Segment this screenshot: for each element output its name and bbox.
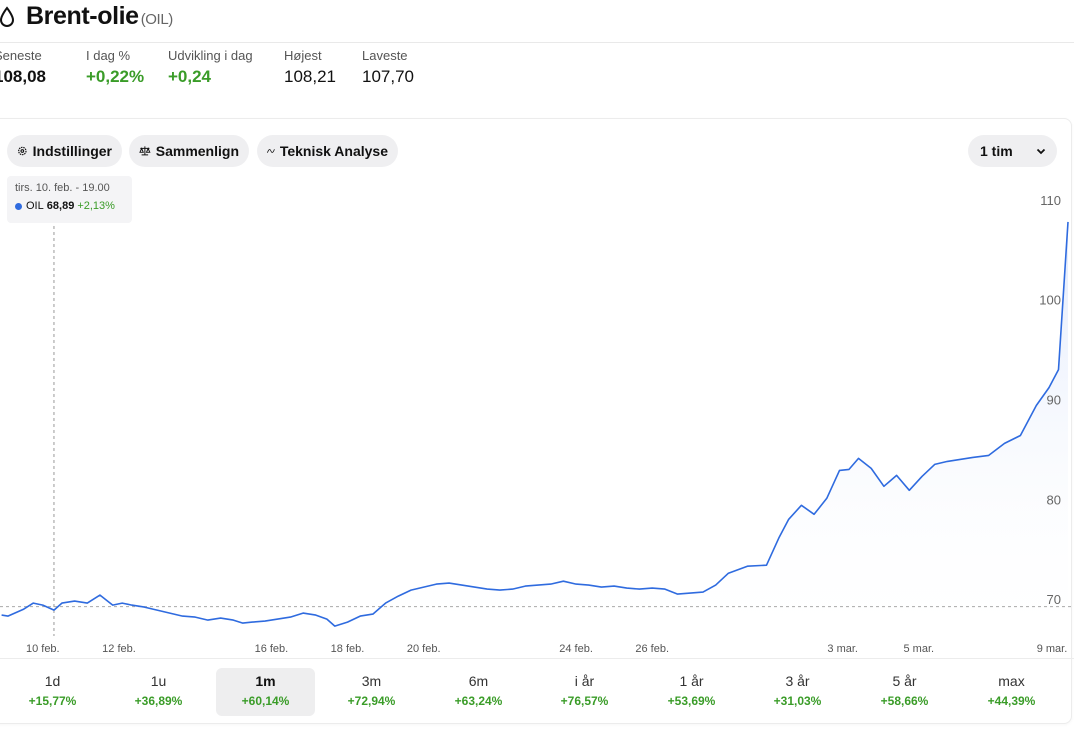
stat-label: Udvikling i dag (168, 48, 253, 63)
period-3y[interactable]: 3 år +31,03% (748, 668, 847, 716)
period-1d[interactable]: 1d +15,77% (3, 668, 102, 716)
period-label: i år (574, 673, 595, 689)
period-max[interactable]: max +44,39% (962, 668, 1061, 716)
period-change: +58,66% (880, 694, 929, 708)
stat-value: 107,70 (362, 67, 414, 86)
trend-line-icon (267, 149, 275, 153)
period-change: +60,14% (241, 694, 290, 708)
period-change: +72,94% (347, 694, 396, 708)
period-1m[interactable]: 1m +60,14% (216, 668, 315, 716)
period-label: 5 år (892, 673, 917, 689)
stat-low: Laveste 107,70 (362, 48, 414, 87)
period-change: +15,77% (28, 694, 77, 708)
header: Brent-olie (OIL) (0, 0, 1074, 43)
period-1u[interactable]: 1u +36,89% (109, 668, 208, 716)
period-selector: 1d +15,77% 1u +36,89% 1m +60,14% 3m +72,94% … (0, 658, 1074, 719)
technical-analysis-button[interactable]: Teknisk Analyse (257, 135, 398, 167)
gear-icon (18, 146, 27, 156)
x-tick-label: 16 feb. (255, 643, 289, 655)
ticker-symbol: (OIL) (140, 11, 174, 28)
x-tick-label: 9 mar. (1037, 643, 1068, 655)
period-1y[interactable]: 1 år +53,69% (642, 668, 741, 716)
y-tick-label: 80 (1047, 492, 1061, 507)
period-label: 3 år (785, 673, 810, 689)
x-tick-label: 20 feb. (407, 643, 441, 655)
tooltip-series: OIL (26, 200, 44, 212)
period-5y[interactable]: 5 år +58,66% (855, 668, 954, 716)
stat-today-change: Udvikling i dag +0,24 (168, 48, 253, 87)
y-tick-label: 90 (1047, 393, 1061, 408)
y-tick-label: 110 (1040, 193, 1061, 208)
y-tick-label: 70 (1047, 592, 1061, 607)
chart-tooltip: tirs. 10. feb. - 19.00 OIL 68,89 +2,13% (7, 176, 132, 223)
x-tick-label: 3 mar. (827, 643, 858, 655)
period-change: +44,39% (987, 694, 1036, 708)
compare-button[interactable]: Sammenlign (129, 135, 249, 167)
stat-value: +0,22% (86, 67, 145, 86)
stat-label: I dag % (86, 48, 131, 63)
compare-label: Sammenlign (155, 143, 239, 159)
interval-select[interactable]: 1 tim (968, 135, 1057, 167)
price-area (1, 221, 1069, 655)
y-tick-label: 100 (1039, 293, 1061, 308)
stat-value: 108,08 (0, 67, 46, 86)
period-change: +31,03% (773, 694, 822, 708)
stat-label: Højest (284, 48, 322, 63)
period-label: 3m (361, 673, 382, 689)
stat-label: Laveste (362, 48, 408, 63)
tooltip-value: 68,89 (46, 200, 75, 212)
technical-analysis-label: Teknisk Analyse (279, 143, 388, 159)
scale-icon (139, 146, 151, 156)
period-3m[interactable]: 3m +72,94% (322, 668, 421, 716)
period-ytd[interactable]: i år +76,57% (535, 668, 634, 716)
period-change: +53,69% (667, 694, 716, 708)
tooltip-change: +2,13% (77, 200, 115, 212)
period-6m[interactable]: 6m +63,24% (429, 668, 528, 716)
stat-today-percent: I dag % +0,22% (86, 48, 144, 87)
stat-high: Højest 108,21 (284, 48, 336, 87)
x-tick-label: 26 feb. (635, 643, 669, 655)
stat-latest: Seneste 108,08 (0, 48, 46, 87)
period-change: +76,57% (560, 694, 609, 708)
drop-icon (0, 6, 15, 27)
title-text: Brent-olie (26, 2, 139, 30)
stat-value: 108,21 (284, 67, 336, 86)
stat-label: Seneste (0, 48, 42, 63)
x-tick-label: 12 feb. (102, 643, 136, 655)
stat-value: +0,24 (168, 67, 212, 86)
period-change: +63,24% (454, 694, 503, 708)
x-tick-label: 18 feb. (331, 643, 365, 655)
chevron-down-icon (1036, 148, 1046, 155)
period-label: 1d (44, 673, 61, 689)
price-chart[interactable]: 70 80 90 100 110 10 feb. 12 feb. 16 feb. 18 feb.… (0, 170, 1074, 660)
settings-button[interactable]: Indstillinger (7, 135, 122, 167)
period-label: 6m (468, 673, 489, 689)
period-label: 1m (255, 673, 276, 689)
period-change: +36,89% (134, 694, 183, 708)
interval-value: 1 tim (980, 143, 1013, 159)
tooltip-date: tirs. 10. feb. - 19.00 (15, 182, 110, 194)
period-label: 1u (150, 673, 167, 689)
page-title: Brent-olie (OIL) (26, 2, 173, 31)
series-dot (15, 202, 22, 210)
x-tick-label: 10 feb. (26, 643, 60, 655)
period-label: max (998, 673, 1025, 689)
settings-label: Indstillinger (32, 143, 112, 159)
period-label: 1 år (679, 673, 704, 689)
x-tick-label: 24 feb. (559, 643, 593, 655)
x-tick-label: 5 mar. (904, 643, 935, 655)
